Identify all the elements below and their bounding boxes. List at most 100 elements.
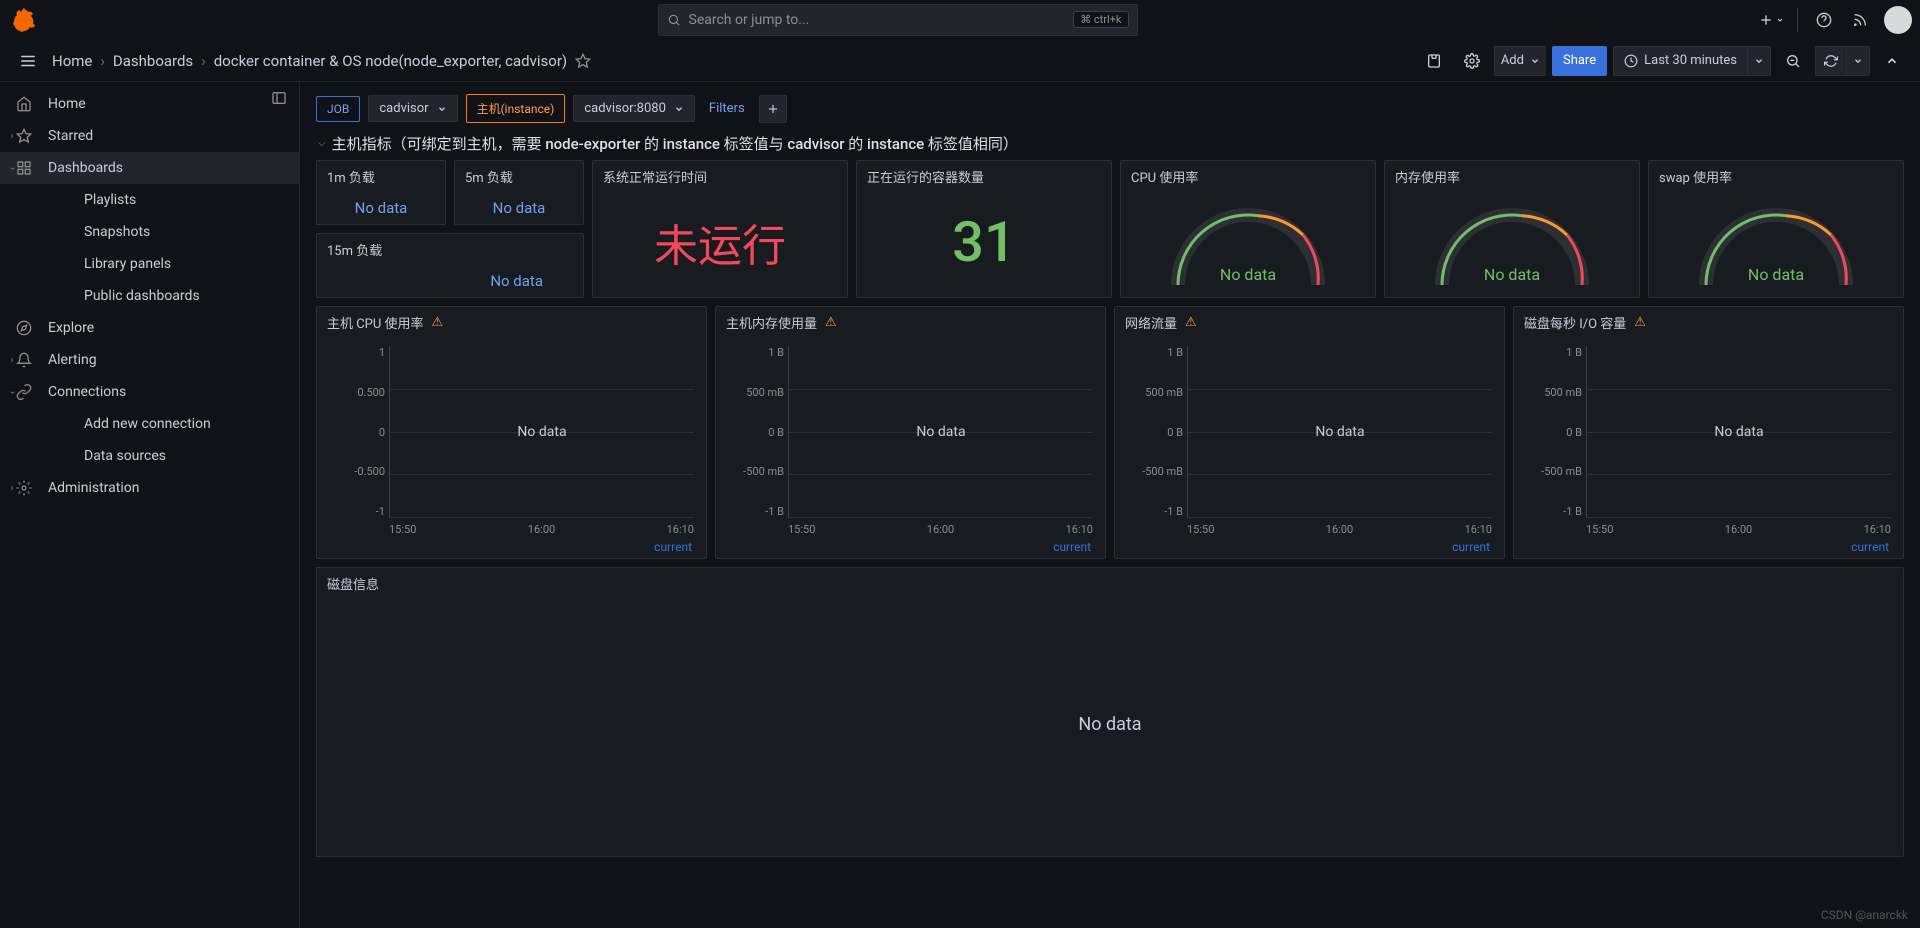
x-axis: 15:5016:0016:10	[1586, 523, 1891, 536]
panel-host_mem[interactable]: 主机内存使用量⚠ 1 B500 mB0 B-500 mB-1 B No data…	[715, 306, 1106, 559]
help-icon[interactable]	[1808, 4, 1840, 36]
gauge-value: No data	[1748, 265, 1804, 284]
var-label-job: JOB	[316, 96, 360, 122]
filters-link[interactable]: Filters	[703, 101, 751, 116]
panel-load-1m[interactable]: 1m 负载 No data	[316, 160, 446, 225]
var-label-host: 主机(instance)	[466, 94, 566, 123]
sidebar-item-explore[interactable]: Explore	[0, 312, 299, 344]
sidebar-item-playlists[interactable]: Playlists	[0, 184, 299, 216]
time-range-picker[interactable]: Last 30 minutes	[1613, 46, 1747, 76]
divider	[1797, 8, 1798, 32]
sidebar-item-public-dashboards[interactable]: Public dashboards	[0, 280, 299, 312]
legend[interactable]: current	[654, 540, 692, 554]
sidebar-item-add-connection[interactable]: Add new connection	[0, 408, 299, 440]
variable-row: JOB cadvisor 主机(instance) cadvisor:8080 …	[308, 90, 1912, 127]
nodata-text: No data	[1714, 424, 1763, 440]
breadcrumb-dashboards[interactable]: Dashboards	[113, 52, 193, 70]
panel-host_cpu[interactable]: 主机 CPU 使用率⚠ 10.5000-0.500-1 No data 15:5…	[316, 306, 707, 559]
stat-value: No data	[317, 265, 583, 297]
time-range-dropdown[interactable]	[1747, 46, 1771, 76]
x-axis: 15:5016:0016:10	[389, 523, 694, 536]
breadcrumb-home[interactable]: Home	[52, 52, 92, 70]
sidebar-item-data-sources[interactable]: Data sources	[0, 440, 299, 472]
panel-cpu-gauge[interactable]: CPU 使用率 No data	[1120, 160, 1376, 298]
nodata-text: No data	[916, 424, 965, 440]
panel-load-15m[interactable]: 15m 负载 No data	[316, 233, 584, 298]
stat-value: 31	[857, 192, 1111, 292]
sidebar: Home › Starred › Dashboards Playlists Sn…	[0, 82, 300, 928]
nodata-text: No data	[1315, 424, 1364, 440]
add-button-group[interactable]: Add	[1494, 46, 1546, 76]
panel-disk_io[interactable]: 磁盘每秒 I/O 容量⚠ 1 B500 mB0 B-500 mB-1 B No …	[1513, 306, 1904, 559]
search-shortcut: ⌘ ctrl+k	[1073, 11, 1128, 28]
search-input[interactable]: Search or jump to... ⌘ ctrl+k	[658, 4, 1138, 36]
share-button[interactable]: Share	[1552, 46, 1607, 76]
chart-area: 1 B500 mB0 B-500 mB-1 B No data 15:5016:…	[1514, 338, 1903, 558]
y-axis: 1 B500 mB0 B-500 mB-1 B	[724, 346, 784, 518]
settings-icon[interactable]	[1456, 45, 1488, 77]
sidebar-item-library-panels[interactable]: Library panels	[0, 248, 299, 280]
breadcrumb-current: docker container & OS node(node_exporter…	[214, 52, 567, 70]
warning-icon: ⚠	[432, 315, 444, 330]
sidebar-item-home[interactable]: Home	[0, 88, 299, 120]
refresh-button[interactable]	[1815, 46, 1846, 76]
var-select-host[interactable]: cadvisor:8080	[573, 95, 695, 122]
legend[interactable]: current	[1053, 540, 1091, 554]
x-axis: 15:5016:0016:10	[788, 523, 1093, 536]
plot-area: No data	[1586, 346, 1891, 518]
panel-disk-info[interactable]: 磁盘信息 No data	[316, 567, 1904, 857]
zoom-out-icon[interactable]	[1777, 45, 1809, 77]
chart-area: 1 B500 mB0 B-500 mB-1 B No data 15:5016:…	[1115, 338, 1504, 558]
plot-area: No data	[389, 346, 694, 518]
chevron-right-icon: ›	[100, 52, 105, 70]
chevron-right-icon: ›	[2, 355, 22, 366]
menu-toggle-icon[interactable]	[12, 45, 44, 77]
sidebar-item-snapshots[interactable]: Snapshots	[0, 216, 299, 248]
warning-icon: ⚠	[1634, 315, 1646, 330]
chevron-right-icon: ›	[2, 483, 22, 494]
warning-icon: ⚠	[825, 315, 837, 330]
sidebar-item-connections[interactable]: › Connections	[0, 376, 299, 408]
add-filter-button[interactable]	[759, 95, 787, 123]
grafana-logo[interactable]	[8, 4, 40, 36]
refresh-interval-dropdown[interactable]	[1846, 46, 1870, 76]
watermark: CSDN @anarckk	[1821, 908, 1908, 922]
star-icon[interactable]	[575, 53, 591, 69]
dashboard-content: JOB cadvisor 主机(instance) cadvisor:8080 …	[300, 82, 1920, 928]
add-menu-button[interactable]	[1755, 4, 1787, 36]
plot-area: No data	[1187, 346, 1492, 518]
news-icon[interactable]	[1844, 4, 1876, 36]
chevron-down-icon: ›	[7, 382, 18, 402]
sidebar-item-alerting[interactable]: › Alerting	[0, 344, 299, 376]
chevron-right-icon: ›	[2, 131, 22, 142]
x-axis: 15:5016:0016:10	[1187, 523, 1492, 536]
panel-mem-gauge[interactable]: 内存使用率 No data	[1384, 160, 1640, 298]
headerbar: Home › Dashboards › docker container & O…	[0, 40, 1920, 82]
add-button[interactable]: Add	[1494, 46, 1546, 76]
panel-container-count[interactable]: 正在运行的容器数量 31	[856, 160, 1112, 298]
save-dashboard-icon[interactable]	[1418, 45, 1450, 77]
breadcrumb: Home › Dashboards › docker container & O…	[52, 52, 567, 70]
nodata-text: No data	[517, 424, 566, 440]
topbar: Search or jump to... ⌘ ctrl+k	[0, 0, 1920, 40]
panel-load-5m[interactable]: 5m 负载 No data	[454, 160, 584, 225]
panel-uptime[interactable]: 系统正常运行时间 未运行	[592, 160, 848, 298]
sidebar-item-starred[interactable]: › Starred	[0, 120, 299, 152]
panel-net[interactable]: 网络流量⚠ 1 B500 mB0 B-500 mB-1 B No data 15…	[1114, 306, 1505, 559]
sidebar-item-dashboards[interactable]: › Dashboards	[0, 152, 299, 184]
avatar[interactable]	[1884, 6, 1912, 34]
var-select-job[interactable]: cadvisor	[368, 95, 457, 122]
legend[interactable]: current	[1851, 540, 1889, 554]
row-header[interactable]: ⌵ 主机指标（可绑定到主机，需要 node-exporter 的 instanc…	[308, 127, 1912, 160]
compass-icon	[14, 320, 34, 336]
legend[interactable]: current	[1452, 540, 1490, 554]
y-axis: 1 B500 mB0 B-500 mB-1 B	[1522, 346, 1582, 518]
y-axis: 10.5000-0.500-1	[325, 346, 385, 518]
panel-swap-gauge[interactable]: swap 使用率 No data	[1648, 160, 1904, 298]
chevron-right-icon: ›	[201, 52, 206, 70]
chevron-down-icon: ⌵	[318, 138, 326, 149]
collapse-icon[interactable]	[1876, 45, 1908, 77]
gauge-value: No data	[1484, 265, 1540, 284]
stat-value: No data	[317, 192, 445, 224]
sidebar-item-administration[interactable]: › Administration	[0, 472, 299, 504]
